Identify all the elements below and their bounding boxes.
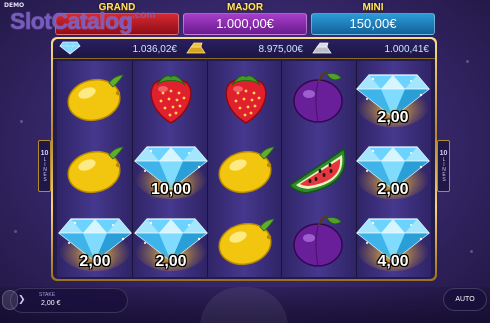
watermark-suffix: .com	[132, 10, 156, 21]
reel-cell	[57, 61, 133, 133]
reel-cell: 4,00	[355, 205, 431, 277]
watermelon-icon	[286, 141, 352, 197]
collector-value: 1.000,41€	[384, 43, 430, 55]
diamond-icon	[59, 40, 81, 59]
reel-cell	[282, 61, 355, 133]
jackpot-value: 150,00€	[311, 13, 435, 35]
background-speck	[14, 230, 17, 233]
reel-cell: 2,00	[355, 133, 431, 205]
plum-icon	[289, 212, 349, 270]
collector-value: 1.036,02€	[132, 43, 178, 55]
reel-cell: 2,00	[133, 205, 209, 277]
symbol-value-label: 10,00	[150, 181, 192, 198]
symbol-value-label: 4,00	[377, 253, 409, 270]
collector-gold: 8.975,00€	[185, 41, 303, 57]
gold-bars-icon	[185, 40, 207, 59]
reel-cell	[209, 205, 282, 277]
lines-number: 10	[40, 150, 49, 157]
stake-value: 2,00 €	[41, 300, 61, 307]
jackpot-title: MAJOR	[226, 2, 264, 13]
reel-frame: 1.036,02€ 8.975,00€ 1.000,41€ 2,00 10,00…	[51, 37, 437, 281]
reel-cell	[133, 61, 209, 133]
strawberry-icon	[216, 67, 276, 127]
stake-control[interactable]	[10, 288, 128, 313]
lemon-icon	[63, 141, 127, 197]
watermark-logo: SlotCatalog	[10, 8, 133, 34]
reel-cell	[282, 205, 355, 277]
lemon-icon	[63, 69, 127, 125]
background-speck	[470, 250, 473, 253]
stake-arrow-icon[interactable]: ❯	[18, 295, 26, 305]
lines-indicator-left: 10 LINES	[38, 140, 51, 192]
silver-bars-icon	[311, 40, 333, 59]
collector-bar: 1.036,02€ 8.975,00€ 1.000,41€	[53, 39, 435, 59]
jackpot-mini: MINI 150,00€	[311, 3, 435, 35]
background-speck	[466, 60, 469, 63]
reel-cell: 10,00	[133, 133, 209, 205]
reel-cell	[57, 133, 133, 205]
collector-value: 8.975,00€	[258, 43, 304, 55]
strawberry-icon	[141, 67, 201, 127]
symbol-value-label: 2,00	[155, 253, 187, 270]
reel-cell: 2,00	[57, 205, 133, 277]
jackpot-title: MINI	[362, 2, 384, 13]
symbol-value-label: 2,00	[377, 109, 409, 126]
reel-cell	[209, 133, 282, 205]
jackpot-value: 1.000,00€	[183, 13, 307, 35]
collector-diamond: 1.036,02€	[59, 41, 177, 57]
jackpot-major: MAJOR 1.000,00€	[183, 3, 307, 35]
reel-area: 1.036,02€ 8.975,00€ 1.000,41€ 2,00 10,00…	[53, 39, 435, 279]
lemon-icon	[214, 141, 278, 197]
collector-silver: 1.000,41€	[311, 41, 429, 57]
lemon-icon	[214, 213, 278, 269]
reel-cell	[282, 133, 355, 205]
menu-button[interactable]	[2, 290, 18, 310]
stake-label: STAKE	[39, 292, 56, 298]
background-speck	[20, 120, 23, 123]
lines-indicator-right: 10 LINES	[437, 140, 450, 192]
lines-word: LINES	[441, 157, 447, 182]
autoplay-button[interactable]: AUTO	[443, 288, 487, 311]
reel-grid: 2,00 10,00 2,00 2,00 2,00 4,00	[57, 61, 431, 277]
lines-number: 10	[439, 150, 448, 157]
reel-cell	[209, 61, 282, 133]
plum-icon	[289, 68, 349, 126]
symbol-value-label: 2,00	[79, 253, 111, 270]
reel-cell: 2,00	[355, 61, 431, 133]
lines-word: LINES	[42, 157, 48, 182]
symbol-value-label: 2,00	[377, 181, 409, 198]
